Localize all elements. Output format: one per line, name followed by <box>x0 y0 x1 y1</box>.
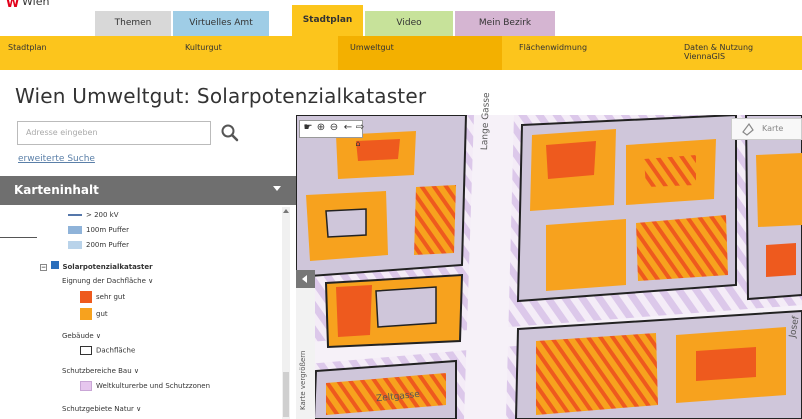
page-title: Wien Umweltgut: Solarpotenzialkataster <box>15 84 427 108</box>
legend-swatch <box>68 241 82 249</box>
group-label: Gebäude <box>62 332 94 340</box>
subnav-kulturgut[interactable]: Kulturgut <box>185 36 335 70</box>
wien-logo[interactable]: W Wien <box>0 0 90 10</box>
group-label: Eignung der Dachfläche <box>62 277 146 285</box>
subnav-flaechenwidmung[interactable]: Flächenwidmung <box>519 36 669 70</box>
legend-swatch <box>68 226 82 234</box>
legend-swatch <box>80 291 92 303</box>
legend-sehr-gut: sehr gut <box>80 291 125 303</box>
zoom-out-icon[interactable]: ⊖ <box>327 121 341 135</box>
roof-good <box>536 333 658 415</box>
group-schutzgebiete[interactable]: Schutzgebiete Natur ∨ <box>62 405 141 413</box>
legend-row-label: Dachfläche <box>96 346 136 355</box>
group-gebaeude[interactable]: Gebäude ∨ <box>62 332 101 340</box>
roof-good <box>546 219 626 291</box>
sub-navigation: Stadtplan Kulturgut Umweltgut Flächenwid… <box>0 36 802 70</box>
legend-swatch <box>80 381 92 391</box>
roof-very-good <box>546 141 596 179</box>
karteninhalt-label: Karteninhalt <box>14 183 99 197</box>
scrollbar-thumb[interactable] <box>283 372 289 417</box>
enlarge-map-label[interactable]: Karte vergrößern <box>299 300 313 410</box>
chevron-down-icon <box>273 186 281 191</box>
legend-row-label: > 200 kV <box>86 211 119 219</box>
roof-very-good <box>336 285 372 337</box>
legend-row-line: > 200 kV <box>68 211 119 219</box>
map-canvas[interactable] <box>296 115 802 419</box>
legend-scrollbar[interactable] <box>282 207 290 419</box>
roof-good <box>756 153 802 227</box>
roof-very-good <box>644 155 696 187</box>
legend-swatch <box>80 346 92 355</box>
subnav-umweltgut[interactable]: Umweltgut <box>338 36 502 70</box>
layer-name: Solarpotenzialkataster <box>62 263 153 271</box>
legend-row-label: 200m Puffer <box>86 241 129 249</box>
courtyard <box>325 208 367 238</box>
line-swatch <box>68 214 82 216</box>
forward-arrow-icon[interactable]: ⇨ <box>353 121 367 135</box>
legend-weltkulturerbe: Weltkulturerbe und Schutzzonen <box>80 381 210 391</box>
map-toolbar: ☛ ⊕ ⊖ ← ⇨ ⌂ <box>297 118 377 154</box>
subnav-viennagis-label: ViennaGIS <box>684 52 726 61</box>
group-schutzbereiche[interactable]: Schutzbereiche Bau ∨ <box>62 367 139 375</box>
legend-row-label: Weltkulturerbe und Schutzzonen <box>96 382 211 390</box>
group-label: Schutzbereiche Bau <box>62 367 132 375</box>
group-label: Schutzgebiete Natur <box>62 405 134 413</box>
legend-swatch <box>80 308 92 320</box>
legend-row-label: sehr gut <box>96 293 126 301</box>
advanced-search-link[interactable]: erweiterte Suche <box>18 154 95 164</box>
home-icon[interactable]: ⌂ <box>351 137 365 151</box>
legend-row-200m: 200m Puffer <box>68 241 129 249</box>
subnav-stadtplan[interactable]: Stadtplan <box>8 36 158 70</box>
group-eignung[interactable]: Eignung der Dachfläche ∨ <box>62 277 153 285</box>
scroll-up-icon[interactable] <box>283 209 289 213</box>
arrow-left-icon <box>302 275 307 283</box>
courtyard <box>375 286 437 328</box>
subnav-daten-nutzung[interactable]: Daten & Nutzung ViennaGIS <box>684 36 802 70</box>
map-svg[interactable] <box>296 115 802 419</box>
roof-very-good <box>636 215 728 281</box>
roof-very-good <box>414 185 456 255</box>
legend-row-label: gut <box>96 310 108 318</box>
street-label-lange-gasse: Lange Gasse <box>480 92 493 151</box>
layer-solarpotenzial[interactable]: − Solarpotenzialkataster <box>40 261 153 271</box>
search-input[interactable]: Adresse eingeben <box>17 121 211 145</box>
left-panel: Adresse eingeben erweiterte Suche Karten… <box>0 115 296 419</box>
karteninhalt-header[interactable]: Karteninhalt <box>0 176 296 205</box>
collapse-panel-button[interactable] <box>296 270 315 288</box>
legend-dachflaeche: Dachfläche <box>80 346 135 355</box>
legend-row-100m: 100m Puffer <box>68 226 129 234</box>
legend-gut: gut <box>80 308 108 320</box>
roof-very-good <box>766 243 796 277</box>
wien-logo-text: Wien <box>22 0 50 8</box>
legend-row-label: 100m Puffer <box>86 226 129 234</box>
map-layer-icon <box>741 121 755 136</box>
divider-line <box>0 237 37 238</box>
zoom-in-icon[interactable]: ⊕ <box>314 121 328 135</box>
collapse-icon[interactable]: − <box>40 264 47 271</box>
roof-very-good <box>696 347 756 381</box>
search-button[interactable] <box>220 123 240 143</box>
checkbox-checked-icon[interactable] <box>51 261 60 269</box>
hand-icon[interactable]: ☛ <box>301 121 315 135</box>
legend-tree: > 200 kV 100m Puffer 200m Puffer − Solar… <box>0 207 292 419</box>
search-icon <box>221 124 239 142</box>
subnav-daten-label: Daten & Nutzung <box>684 43 754 52</box>
wien-logo-mark: W <box>6 0 20 10</box>
